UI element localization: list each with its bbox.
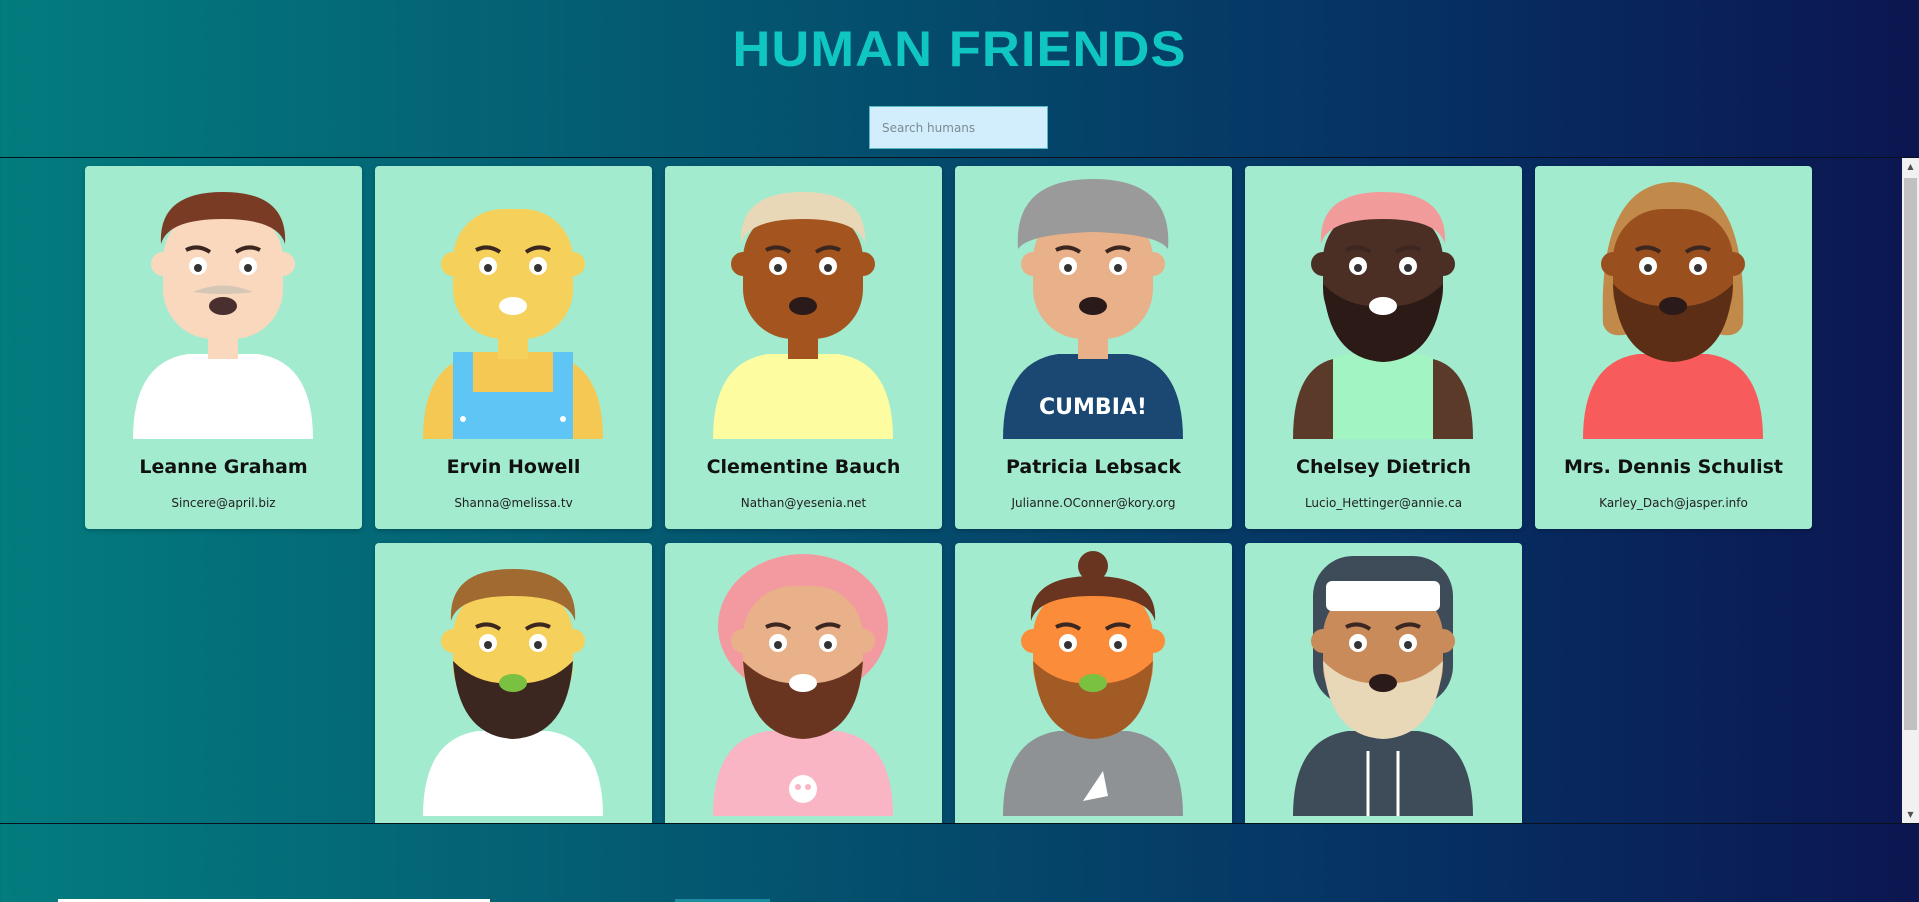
avatar-bald-yellow-overalls xyxy=(423,209,603,439)
friend-card[interactable]: Chelsey Dietrich Lucio_Hettinger@annie.ca xyxy=(1245,166,1522,529)
avatar-winter-hat-white-beard xyxy=(1293,556,1473,816)
avatar-yellow-face-dark-beard xyxy=(423,569,603,816)
avatar-shirt-text: CUMBIA! xyxy=(1039,395,1147,420)
app-title: HUMAN FRIENDS xyxy=(732,21,1187,77)
friend-card[interactable]: Ervin Howell Shanna@melissa.tv xyxy=(375,166,652,529)
friend-name: Leanne Graham xyxy=(139,456,308,478)
friend-card[interactable]: Clementine Bauch Nathan@yesenia.net xyxy=(665,166,942,529)
friend-card[interactable]: Mrs. Dennis Schulist Karley_Dach@jasper.i… xyxy=(1535,166,1812,529)
friend-name: Mrs. Dennis Schulist xyxy=(1564,456,1783,478)
friend-name: Patricia Lebsack xyxy=(1005,456,1182,478)
avatar-gray-turban-cumbia-shirt: CUMBIA! xyxy=(1003,179,1183,439)
friend-name: Clementine Bauch xyxy=(706,456,901,478)
friend-card[interactable]: Leanne Graham Sincere@april.biz xyxy=(85,166,362,529)
card-list[interactable]: Leanne Graham Sincere@april.biz Ervin Howe… xyxy=(0,157,1919,824)
scroll-up-arrow-icon[interactable]: ▲ xyxy=(1902,158,1919,175)
friend-email: Julianne.OConner@kory.org xyxy=(1011,496,1176,510)
avatar-long-hair-beard-red-shirt xyxy=(1583,182,1763,439)
friend-email: Lucio_Hettinger@annie.ca xyxy=(1304,496,1463,510)
friend-card[interactable]: CUMBIA! Patricia Lebsack Julianne.OConner@… xyxy=(955,166,1232,529)
scrollbar[interactable]: ▲ ▼ xyxy=(1902,158,1919,823)
friend-email: Sincere@april.biz xyxy=(171,496,276,510)
friend-card[interactable] xyxy=(375,543,652,823)
avatar-man-bun-pizza-shirt xyxy=(1003,551,1183,816)
avatar-brown-hair-gray-mustache xyxy=(133,192,313,439)
friend-name: Chelsey Dietrich xyxy=(1296,456,1471,478)
friend-email: Shanna@melissa.tv xyxy=(454,496,573,510)
friend-name: Ervin Howell xyxy=(446,456,581,478)
avatar-blonde-hair-yellow-shirt xyxy=(713,192,893,439)
avatar-pink-curly-hair-skull-shirt xyxy=(713,554,893,816)
search-input[interactable] xyxy=(869,106,1048,149)
scroll-down-arrow-icon[interactable]: ▼ xyxy=(1902,806,1919,823)
friend-card[interactable] xyxy=(665,543,942,823)
friend-email: Nathan@yesenia.net xyxy=(740,496,867,510)
friend-card[interactable] xyxy=(955,543,1232,823)
avatar-pink-hair-beard-green-tank xyxy=(1293,192,1473,439)
friend-card[interactable] xyxy=(1245,543,1522,823)
scrollbar-thumb[interactable] xyxy=(1904,178,1917,730)
friend-email: Karley_Dach@jasper.info xyxy=(1599,496,1748,510)
